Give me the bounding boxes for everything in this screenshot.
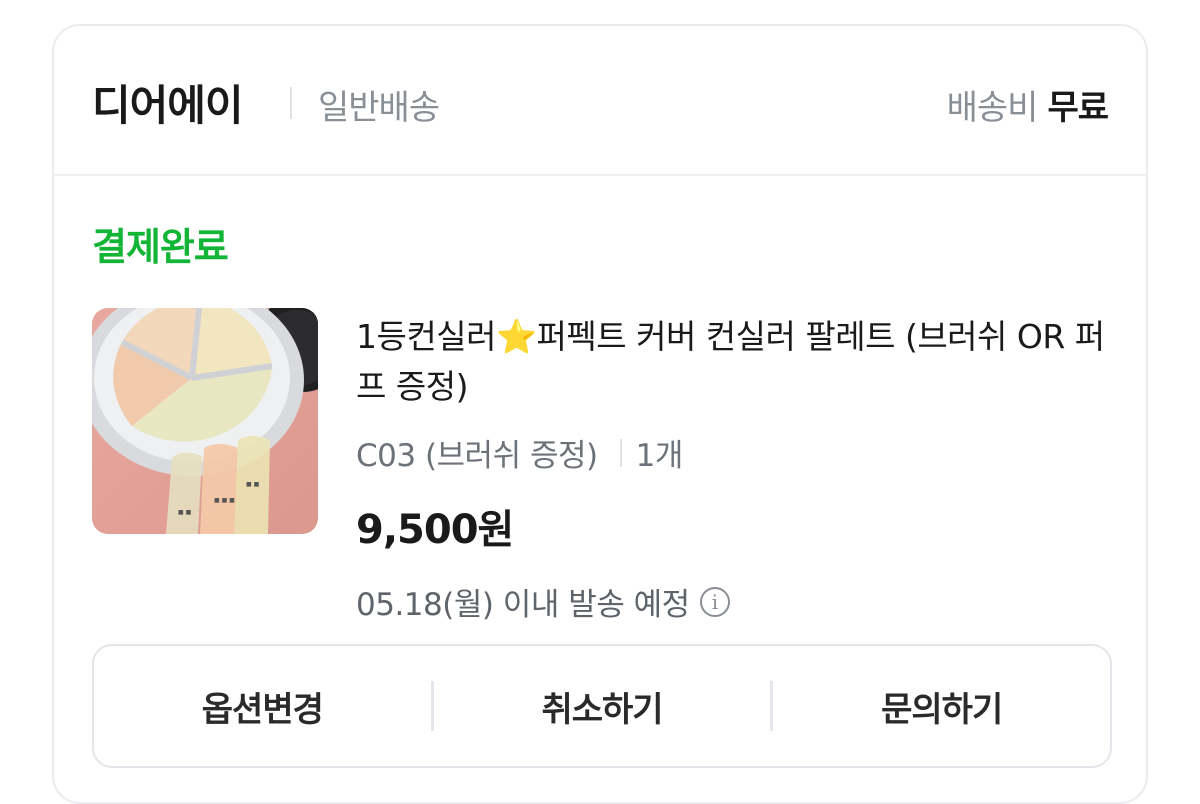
product-title-part1: 1등컨실러 xyxy=(356,317,496,356)
change-option-button[interactable]: 옵션변경 xyxy=(94,646,431,766)
delivery-type: 일반배송 xyxy=(318,88,440,128)
order-card: 디어에이 일반배송 배송비 무료 결제완료 ■ ■ ■ ■ ■ ■ ■ 1등컨실… xyxy=(52,24,1148,804)
inquiry-button[interactable]: 문의하기 xyxy=(773,646,1110,766)
shipping-fee: 배송비 무료 xyxy=(946,80,1109,129)
ship-date-row: 05.18(월) 이내 발송 예정 i xyxy=(356,579,1116,624)
option-row: C03 (브러쉬 증정) 1개 xyxy=(356,430,1116,475)
ship-date: 05.18(월) 이내 발송 예정 xyxy=(356,587,690,623)
seller-header: 디어에이 일반배송 배송비 무료 xyxy=(54,26,1146,176)
product-thumbnail[interactable]: ■ ■ ■ ■ ■ ■ ■ xyxy=(92,308,318,534)
seller-name[interactable]: 디어에이 xyxy=(92,72,244,133)
order-status: 결제완료 xyxy=(92,225,229,269)
shipping-fee-value: 무료 xyxy=(1047,88,1109,128)
info-icon[interactable]: i xyxy=(699,586,730,617)
svg-text:■ ■: ■ ■ xyxy=(246,481,260,488)
svg-text:■ ■ ■: ■ ■ ■ xyxy=(214,497,235,504)
product-option: C03 (브러쉬 증정) xyxy=(356,438,598,474)
svg-text:■ ■: ■ ■ xyxy=(178,509,192,516)
product-title[interactable]: 1등컨실러⭐퍼펙트 커버 컨실러 팔레트 (브러쉬 OR 퍼프 증정) xyxy=(356,312,1116,412)
option-divider xyxy=(619,438,622,467)
product-quantity: 1개 xyxy=(635,438,684,474)
product-price: 9,500원 xyxy=(356,507,514,553)
star-icon: ⭐ xyxy=(495,317,537,356)
action-bar: 옵션변경 취소하기 문의하기 xyxy=(92,644,1112,768)
cancel-button[interactable]: 취소하기 xyxy=(434,646,771,766)
product-info: 1등컨실러⭐퍼펙트 커버 컨실러 팔레트 (브러쉬 OR 퍼프 증정) C03 … xyxy=(356,312,1116,624)
header-divider xyxy=(290,87,292,119)
shipping-fee-label: 배송비 xyxy=(946,88,1039,128)
